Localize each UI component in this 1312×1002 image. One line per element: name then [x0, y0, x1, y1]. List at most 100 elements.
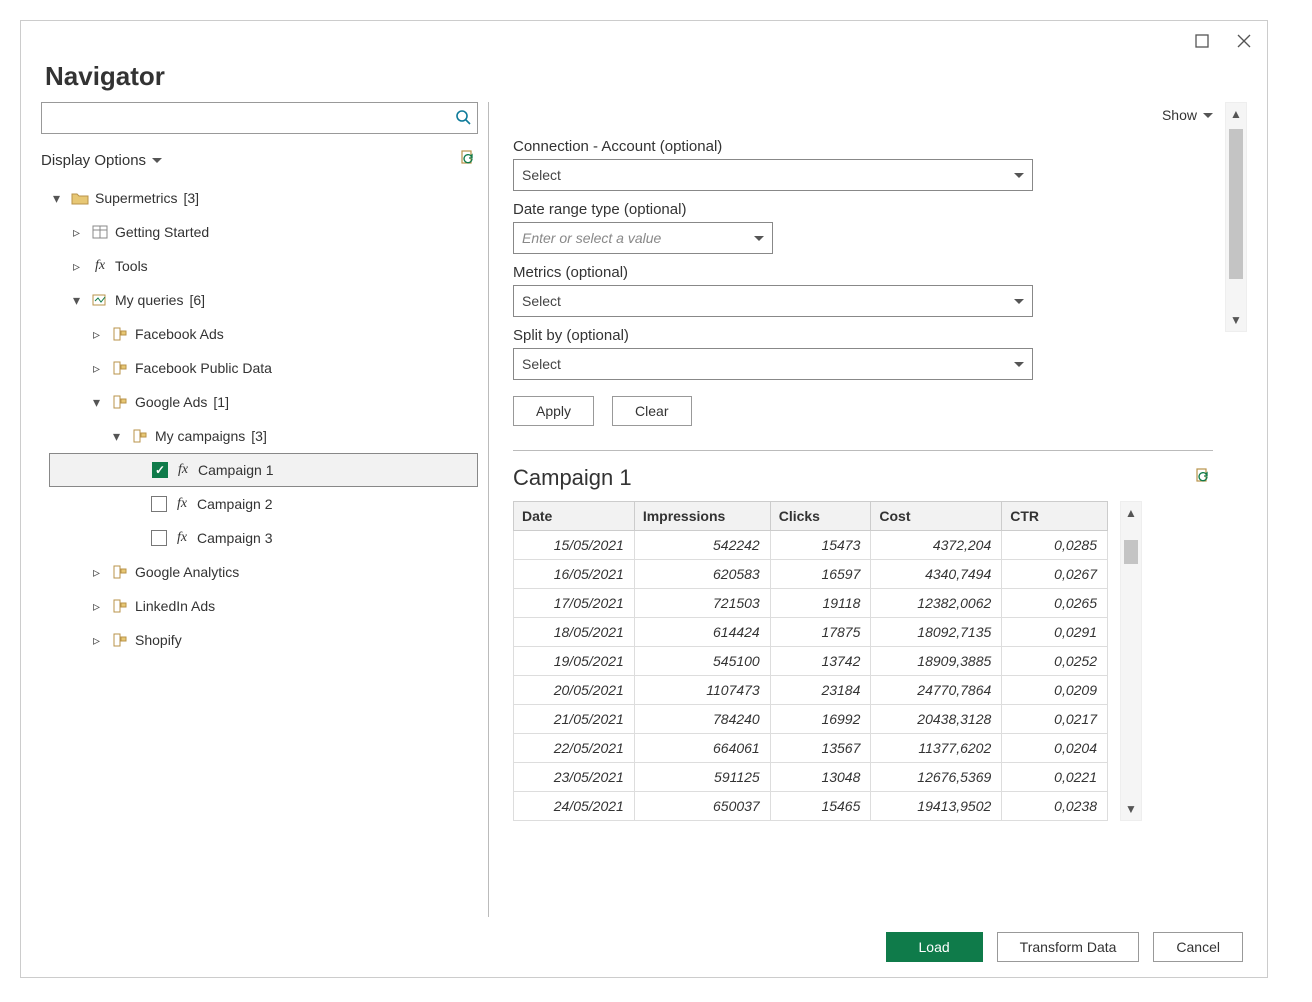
scroll-down-icon[interactable]: ▼: [1230, 309, 1242, 331]
tree-label: Google Analytics: [135, 564, 239, 580]
collapse-icon[interactable]: ▾: [53, 190, 65, 207]
display-options-dropdown[interactable]: Display Options: [41, 152, 162, 169]
refresh-icon[interactable]: [460, 150, 478, 171]
table-row[interactable]: 17/05/20217215031911812382,00620,0265: [514, 589, 1108, 618]
table-row[interactable]: 15/05/2021542242154734372,2040,0285: [514, 531, 1108, 560]
scroll-up-icon[interactable]: ▲: [1125, 502, 1137, 524]
tree-node-google-ads[interactable]: ▾ Google Ads [1]: [49, 385, 478, 419]
table-row[interactable]: 21/05/20217842401699220438,31280,0217: [514, 705, 1108, 734]
tree-node-supermetrics[interactable]: ▾ Supermetrics [3]: [49, 181, 478, 215]
tree-node-facebook-public-data[interactable]: ▹ Facebook Public Data: [49, 351, 478, 385]
clear-button[interactable]: Clear: [612, 396, 691, 426]
expand-icon[interactable]: ▹: [93, 326, 105, 343]
scroll-down-icon[interactable]: ▼: [1125, 798, 1137, 820]
search-input[interactable]: [41, 102, 478, 134]
tree-label: Facebook Ads: [135, 326, 224, 342]
table-cell: 19/05/2021: [514, 647, 635, 676]
preview-table: DateImpressionsClicksCostCTR 15/05/20215…: [513, 501, 1108, 821]
table-cell: 721503: [634, 589, 770, 618]
preview-pane: Show Connection - Account (optional) Sel…: [489, 102, 1247, 917]
date-range-placeholder: Enter or select a value: [522, 230, 661, 246]
tree-node-tools[interactable]: ▹ fx Tools: [49, 249, 478, 283]
tree-node-my-queries[interactable]: ▾ My queries [6]: [49, 283, 478, 317]
tree-node-campaign-3[interactable]: fx Campaign 3: [49, 521, 478, 555]
expand-icon[interactable]: ▹: [93, 632, 105, 649]
show-label: Show: [1162, 107, 1197, 123]
column-header[interactable]: Cost: [871, 502, 1002, 531]
expand-icon[interactable]: ▹: [73, 224, 85, 241]
table-row[interactable]: 16/05/2021620583165974340,74940,0267: [514, 560, 1108, 589]
tree-node-facebook-ads[interactable]: ▹ Facebook Ads: [49, 317, 478, 351]
table-row[interactable]: 19/05/20215451001374218909,38850,0252: [514, 647, 1108, 676]
collapse-icon[interactable]: ▾: [113, 428, 125, 445]
refresh-icon[interactable]: [1195, 468, 1213, 489]
tree-node-google-analytics[interactable]: ▹ Google Analytics: [49, 555, 478, 589]
checkbox[interactable]: [151, 496, 167, 512]
chevron-down-icon: [754, 230, 764, 246]
expand-icon[interactable]: ▹: [93, 598, 105, 615]
connection-select[interactable]: Select: [513, 159, 1033, 191]
table-cell: 15473: [770, 531, 871, 560]
tree-label: Campaign 3: [197, 530, 273, 546]
tree-node-getting-started[interactable]: ▹ Getting Started: [49, 215, 478, 249]
checkbox-checked[interactable]: [152, 462, 168, 478]
collapse-icon[interactable]: ▾: [73, 292, 85, 309]
datasource-icon: [111, 359, 129, 377]
checkbox[interactable]: [151, 530, 167, 546]
table-cell: 0,0221: [1002, 763, 1108, 792]
column-header[interactable]: CTR: [1002, 502, 1108, 531]
show-dropdown[interactable]: Show: [513, 102, 1217, 128]
apply-button[interactable]: Apply: [513, 396, 594, 426]
column-header[interactable]: Clicks: [770, 502, 871, 531]
tree-label: Campaign 1: [198, 462, 274, 478]
close-icon[interactable]: [1237, 34, 1251, 48]
date-range-select[interactable]: Enter or select a value: [513, 222, 773, 254]
load-button[interactable]: Load: [886, 932, 983, 962]
chevron-down-icon: [1014, 167, 1024, 183]
connection-value: Select: [522, 167, 561, 183]
pane-scrollbar[interactable]: ▲ ▼: [1225, 102, 1247, 332]
split-select[interactable]: Select: [513, 348, 1033, 380]
column-header[interactable]: Date: [514, 502, 635, 531]
maximize-icon[interactable]: [1195, 34, 1209, 48]
table-cell: 21/05/2021: [514, 705, 635, 734]
expand-icon[interactable]: ▹: [93, 564, 105, 581]
search-field[interactable]: [48, 109, 455, 127]
table-row[interactable]: 24/05/20216500371546519413,95020,0238: [514, 792, 1108, 821]
table-row[interactable]: 20/05/202111074732318424770,78640,0209: [514, 676, 1108, 705]
table-cell: 19413,9502: [871, 792, 1002, 821]
fx-icon: fx: [174, 461, 192, 479]
table-cell: 18092,7135: [871, 618, 1002, 647]
table-cell: 23/05/2021: [514, 763, 635, 792]
tree-node-campaign-1[interactable]: fx Campaign 1: [49, 453, 478, 487]
table-cell: 23184: [770, 676, 871, 705]
expand-icon[interactable]: ▹: [73, 258, 85, 275]
tree-node-linkedin-ads[interactable]: ▹ LinkedIn Ads: [49, 589, 478, 623]
transform-data-button[interactable]: Transform Data: [997, 932, 1140, 962]
table-cell: 620583: [634, 560, 770, 589]
table-cell: 542242: [634, 531, 770, 560]
table-cell: 22/05/2021: [514, 734, 635, 763]
divider: [513, 450, 1213, 451]
search-icon[interactable]: [455, 109, 471, 128]
table-cell: 12676,5369: [871, 763, 1002, 792]
scroll-up-icon[interactable]: ▲: [1230, 103, 1242, 125]
cancel-button[interactable]: Cancel: [1153, 932, 1243, 962]
table-cell: 20438,3128: [871, 705, 1002, 734]
table-row[interactable]: 22/05/20216640611356711377,62020,0204: [514, 734, 1108, 763]
tree-node-campaign-2[interactable]: fx Campaign 2: [49, 487, 478, 521]
table-row[interactable]: 18/05/20216144241787518092,71350,0291: [514, 618, 1108, 647]
navigator-window: Navigator Display Options: [20, 20, 1268, 978]
table-cell: 0,0204: [1002, 734, 1108, 763]
table-row[interactable]: 23/05/20215911251304812676,53690,0221: [514, 763, 1108, 792]
fx-icon: fx: [91, 257, 109, 275]
metrics-select[interactable]: Select: [513, 285, 1033, 317]
expand-icon[interactable]: ▹: [93, 360, 105, 377]
column-header[interactable]: Impressions: [634, 502, 770, 531]
table-scrollbar[interactable]: ▲ ▼: [1120, 501, 1142, 821]
tree-node-shopify[interactable]: ▹ Shopify: [49, 623, 478, 657]
chevron-down-icon: [1203, 107, 1213, 123]
tree-node-my-campaigns[interactable]: ▾ My campaigns [3]: [49, 419, 478, 453]
collapse-icon[interactable]: ▾: [93, 394, 105, 411]
page-title: Navigator: [21, 61, 1267, 102]
